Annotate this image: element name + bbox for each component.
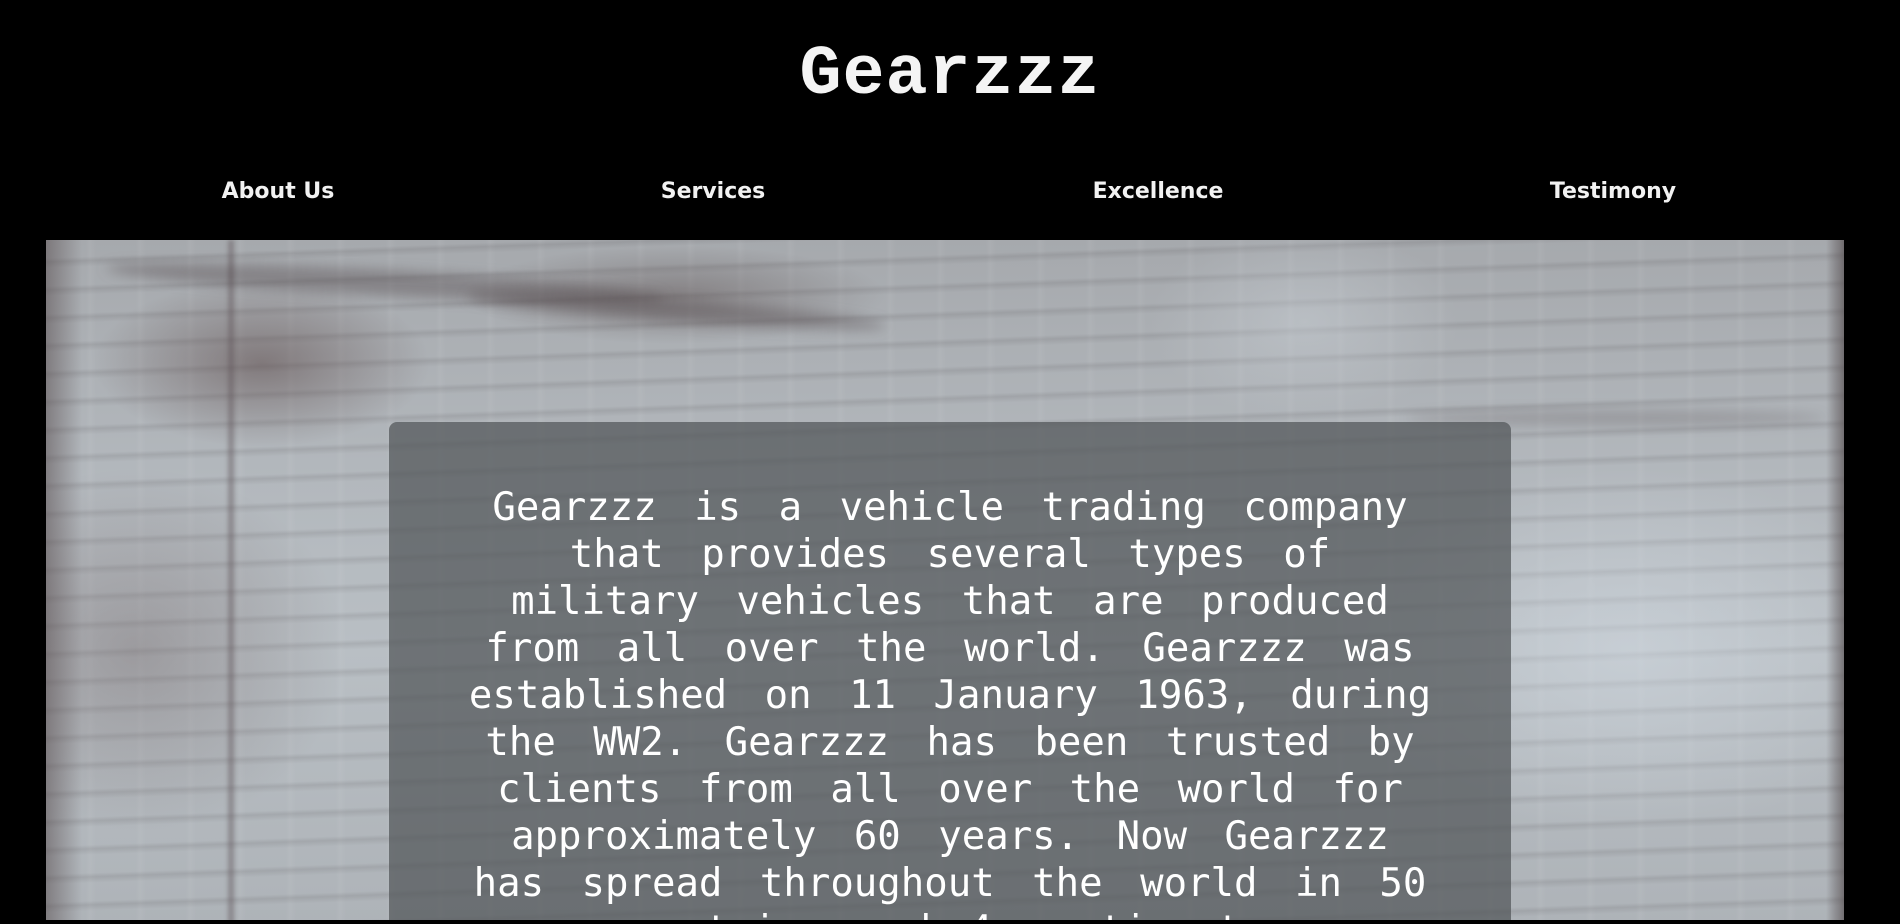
hero-texture-streak (228, 240, 234, 924)
main-nav: About Us Services Excellence Testimony (0, 170, 1900, 214)
page-bottom-border (0, 920, 1900, 924)
nav-link-testimony[interactable]: Testimony (1550, 170, 1676, 214)
nav-link-excellence[interactable]: Excellence (1093, 170, 1224, 214)
nav-link-services[interactable]: Services (661, 170, 766, 214)
about-card: Gearzzz is a vehicle trading company tha… (389, 422, 1511, 924)
nav-link-about-us[interactable]: About Us (222, 170, 335, 214)
site-title: Gearzzz (799, 36, 1101, 115)
about-description: Gearzzz is a vehicle trading company tha… (468, 485, 1432, 924)
hero-edge-shadow (46, 240, 82, 924)
hero-texture-streak (465, 285, 887, 337)
site-header: Gearzzz About Us Services Excellence Tes… (0, 0, 1900, 240)
hero-edge-shadow (1826, 240, 1844, 924)
